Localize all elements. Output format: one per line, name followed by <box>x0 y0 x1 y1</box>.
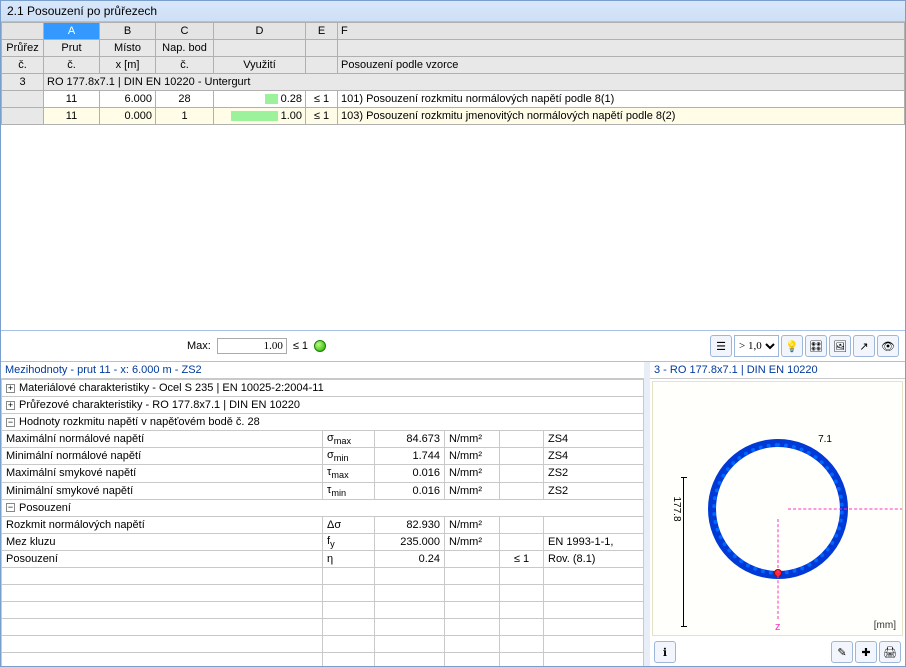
stress-points-button[interactable]: ✎ <box>831 641 853 663</box>
col-B[interactable]: B <box>100 23 156 40</box>
axis-y <box>788 508 904 509</box>
col-F[interactable]: F <box>338 23 905 40</box>
head-section-no: Průřez <box>2 40 44 57</box>
detail-row[interactable]: +Materiálové charakteristiky - Ocel S 23… <box>2 380 644 397</box>
col-C[interactable]: C <box>156 23 214 40</box>
head-design-formula: Posouzení podle vzorce <box>338 57 905 74</box>
expand-icon[interactable]: + <box>6 384 15 393</box>
results-grid: A B C D E F Průřez Prut Místo Nap. bod č… <box>1 22 905 331</box>
detail-row[interactable]: Posouzeníη0.24≤ 1Rov. (8.1) <box>2 550 644 567</box>
table-row[interactable]: 11 6.000 28 0.28 ≤ 1 101) Posouzení rozk… <box>2 91 905 108</box>
max-compare: ≤ 1 <box>293 340 308 352</box>
details-panel: Mezihodnoty - prut 11 - x: 6.000 m - ZS2… <box>1 362 650 666</box>
head-utilization: Využití <box>214 57 306 74</box>
detail-row[interactable]: −Posouzení <box>2 499 644 516</box>
section-preview-panel: 3 - RO 177.8x7.1 | DIN EN 10220 177.8 7.… <box>650 362 905 666</box>
detail-row[interactable]: Minimální smykové napětíτmin0.016N/mm²ZS… <box>2 482 644 499</box>
col-E[interactable]: E <box>306 23 338 40</box>
show-graphic-button[interactable]: 🖼 <box>829 335 851 357</box>
detail-row[interactable]: Rozkmit normálových napětíΔσ82.930N/mm² <box>2 516 644 533</box>
dim-outer: 177.8 <box>671 496 682 521</box>
select-member-button[interactable]: ↗ <box>853 335 875 357</box>
col-A[interactable]: A <box>44 23 100 40</box>
max-value-input[interactable] <box>217 338 287 354</box>
print-preview-button[interactable]: 🖨 <box>879 641 901 663</box>
panel-title: 2.1 Posouzení po průřezech <box>1 1 905 22</box>
expand-icon[interactable]: − <box>6 418 15 427</box>
dim-thickness: 7.1 <box>818 434 832 445</box>
info-button[interactable]: ℹ <box>654 641 676 663</box>
detail-row[interactable]: +Průřezové charakteristiky - RO 177.8x7.… <box>2 397 644 414</box>
head-member: Prut <box>44 40 100 57</box>
detail-row[interactable]: Maximální normálové napětíσmax84.673N/mm… <box>2 431 644 448</box>
detail-row[interactable]: −Hodnoty rozkmitu napětí v napěťovém bod… <box>2 414 644 431</box>
detail-row[interactable]: Maximální smykové napětíτmax0.016N/mm²ZS… <box>2 465 644 482</box>
group-row[interactable]: 3 RO 177.8x7.1 | DIN EN 10220 - Untergur… <box>2 74 905 91</box>
axes-button[interactable]: ✚ <box>855 641 877 663</box>
head-stress-point: Nap. bod <box>156 40 214 57</box>
preview-title: 3 - RO 177.8x7.1 | DIN EN 10220 <box>650 362 905 379</box>
table-row[interactable]: 11 0.000 1 1.00 ≤ 1 103) Posouzení rozkm… <box>2 108 905 125</box>
detail-row[interactable]: Mez kluzufy235.000N/mm²EN 1993-1-1, <box>2 533 644 550</box>
unit-label: [mm] <box>874 620 896 631</box>
axis-z <box>777 519 778 619</box>
details-title: Mezihodnoty - prut 11 - x: 6.000 m - ZS2 <box>1 362 644 379</box>
ratio-filter-combo[interactable]: > 1,0 <box>734 335 779 357</box>
detail-row[interactable]: Minimální normálové napětíσmin1.744N/mm²… <box>2 448 644 465</box>
lightbulb-button[interactable]: 💡 <box>781 335 803 357</box>
col-D[interactable]: D <box>214 23 306 40</box>
view-button[interactable]: 👁 <box>877 335 899 357</box>
filter-button[interactable]: ☰ <box>710 335 732 357</box>
head-location: Místo <box>100 40 156 57</box>
section-graphic[interactable]: 177.8 7.1 [mm] <box>652 381 903 636</box>
expand-icon[interactable]: − <box>6 503 15 512</box>
color-scale-button[interactable]: 🎛 <box>805 335 827 357</box>
status-ok-icon <box>314 340 326 352</box>
expand-icon[interactable]: + <box>6 401 15 410</box>
max-label: Max: <box>187 340 211 352</box>
